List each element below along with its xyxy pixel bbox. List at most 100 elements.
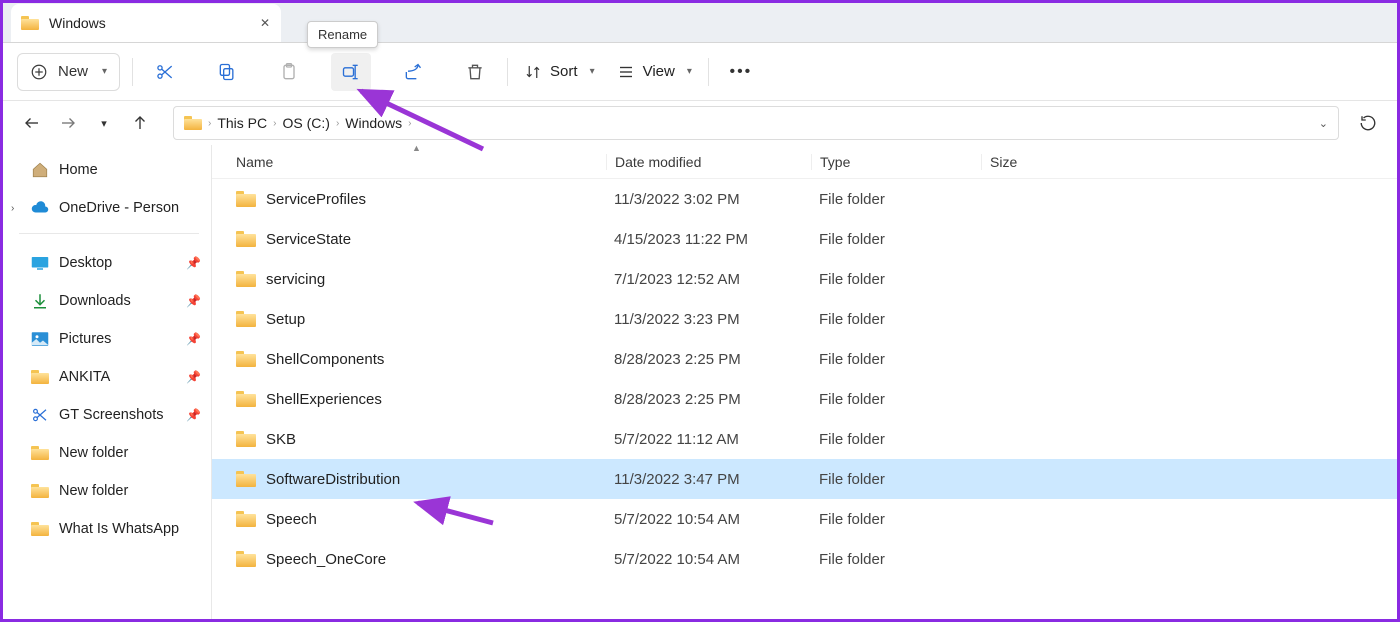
file-row[interactable]: Speech_OneCore5/7/2022 10:54 AMFile fold…: [212, 539, 1397, 579]
pin-icon: 📌: [186, 408, 201, 422]
forward-button[interactable]: [53, 108, 83, 138]
file-list[interactable]: ServiceProfiles11/3/2022 3:02 PMFile fol…: [212, 179, 1397, 619]
scissors-icon: [31, 406, 49, 424]
list-icon: [617, 63, 635, 81]
file-type: File folder: [811, 431, 981, 448]
column-date[interactable]: Date modified: [606, 154, 811, 170]
close-icon[interactable]: ✕: [257, 15, 273, 31]
column-name[interactable]: Name: [236, 154, 606, 170]
cut-button[interactable]: [145, 53, 185, 91]
sidebar-label: What Is WhatsApp: [59, 521, 179, 537]
column-type[interactable]: Type: [811, 154, 981, 170]
columns-header: ▲ Name Date modified Type Size: [212, 145, 1397, 179]
back-button[interactable]: [17, 108, 47, 138]
separator: [708, 58, 709, 86]
share-button[interactable]: [393, 53, 433, 91]
pin-icon: 📌: [186, 370, 201, 384]
file-name: Speech_OneCore: [266, 551, 386, 568]
file-row[interactable]: SKB5/7/2022 11:12 AMFile folder: [212, 419, 1397, 459]
rename-tooltip: Rename: [307, 21, 378, 48]
desktop-icon: [31, 256, 49, 270]
up-button[interactable]: [125, 108, 155, 138]
sidebar-item-onedrive[interactable]: › OneDrive - Person: [7, 189, 211, 227]
chevron-down-icon[interactable]: ⌄: [1319, 117, 1328, 130]
file-date: 8/28/2023 2:25 PM: [606, 391, 811, 408]
separator: [507, 58, 508, 86]
separator: [19, 233, 199, 234]
chevron-down-icon: ▾: [101, 117, 107, 130]
file-row[interactable]: ShellComponents8/28/2023 2:25 PMFile fol…: [212, 339, 1397, 379]
folder-icon: [31, 370, 49, 384]
file-row[interactable]: ServiceProfiles 11/3/2022 3:02 PMFile fol…: [212, 179, 1397, 219]
file-row[interactable]: ShellExperiences8/28/2023 2:25 PMFile fo…: [212, 379, 1397, 419]
tab-windows[interactable]: Windows ✕: [11, 4, 281, 42]
view-button[interactable]: View▾: [613, 53, 696, 91]
refresh-button[interactable]: [1353, 108, 1383, 138]
refresh-icon: [1359, 114, 1377, 132]
sidebar-item-desktop[interactable]: Desktop📌: [7, 244, 211, 282]
folder-icon: [31, 522, 49, 536]
chevron-down-icon: ▾: [102, 66, 107, 77]
sidebar-item-whatsapp[interactable]: What Is WhatsApp: [7, 510, 211, 548]
sidebar-item-new-folder-2[interactable]: New folder: [7, 472, 211, 510]
folder-icon: [236, 431, 256, 447]
chevron-right-icon[interactable]: ›: [11, 203, 14, 214]
file-name: Speech: [266, 511, 317, 528]
paste-button[interactable]: [269, 53, 309, 91]
copy-button[interactable]: [207, 53, 247, 91]
file-row[interactable]: Speech5/7/2022 10:54 AMFile folder: [212, 499, 1397, 539]
crumb-drive[interactable]: OS (C:): [282, 115, 329, 131]
view-label: View: [643, 63, 675, 80]
sidebar-label: Home: [59, 162, 98, 178]
address-bar[interactable]: › This PC › OS (C:) › Windows › ⌄: [173, 106, 1339, 140]
file-type: File folder: [811, 191, 981, 208]
chevron-right-icon: ›: [273, 118, 276, 129]
sidebar-item-new-folder-1[interactable]: New folder: [7, 434, 211, 472]
file-date: 11/3/2022 3:47 PM: [606, 471, 811, 488]
tab-bar: Windows ✕: [3, 3, 1397, 43]
pin-icon: 📌: [186, 294, 201, 308]
folder-icon: [236, 311, 256, 327]
sort-button[interactable]: Sort▾: [520, 53, 599, 91]
sidebar-item-downloads[interactable]: Downloads📌: [7, 282, 211, 320]
column-label: Name: [236, 154, 273, 170]
sidebar-item-gt-screenshots[interactable]: GT Screenshots 📌: [7, 396, 211, 434]
sidebar-item-home[interactable]: Home: [7, 151, 211, 189]
file-row[interactable]: ServiceState4/15/2023 11:22 PMFile folde…: [212, 219, 1397, 259]
arrow-left-icon: [23, 114, 41, 132]
sidebar-item-ankita[interactable]: ANKITA📌: [7, 358, 211, 396]
copy-icon: [217, 62, 237, 82]
delete-button[interactable]: [455, 53, 495, 91]
file-type: File folder: [811, 311, 981, 328]
pin-icon: 📌: [186, 332, 201, 346]
file-date: 11/3/2022 3:02 PM: [606, 191, 811, 208]
sidebar-label: Desktop: [59, 255, 112, 271]
file-name: ServiceProfiles: [266, 191, 366, 208]
more-button[interactable]: •••: [721, 53, 761, 91]
file-name: SoftwareDistribution: [266, 471, 400, 488]
sidebar: Home › OneDrive - Person Desktop📌 Downlo…: [3, 145, 211, 619]
new-button[interactable]: New ▾: [17, 53, 120, 91]
file-date: 5/7/2022 10:54 AM: [606, 551, 811, 568]
rename-button[interactable]: [331, 53, 371, 91]
crumb-this-pc[interactable]: This PC: [217, 115, 267, 131]
recent-button[interactable]: ▾: [89, 108, 119, 138]
folder-icon: [31, 446, 49, 460]
new-label: New: [58, 63, 88, 80]
file-row[interactable]: servicing7/1/2023 12:52 AMFile folder: [212, 259, 1397, 299]
folder-icon: [236, 231, 256, 247]
folder-icon: [236, 271, 256, 287]
file-date: 5/7/2022 11:12 AM: [606, 431, 811, 448]
file-row[interactable]: Setup11/3/2022 3:23 PMFile folder: [212, 299, 1397, 339]
sidebar-label: GT Screenshots: [59, 407, 164, 423]
file-row[interactable]: SoftwareDistribution11/3/2022 3:47 PMFil…: [212, 459, 1397, 499]
share-icon: [403, 62, 423, 82]
column-size[interactable]: Size: [981, 154, 1091, 170]
chevron-right-icon: ›: [336, 118, 339, 129]
column-label: Date modified: [615, 154, 701, 170]
file-date: 4/15/2023 11:22 PM: [606, 231, 811, 248]
sort-indicator-icon: ▲: [412, 145, 421, 153]
toolbar: New ▾ Sort▾ View▾ •••: [3, 43, 1397, 101]
sidebar-item-pictures[interactable]: Pictures📌: [7, 320, 211, 358]
crumb-windows[interactable]: Windows: [345, 115, 402, 131]
